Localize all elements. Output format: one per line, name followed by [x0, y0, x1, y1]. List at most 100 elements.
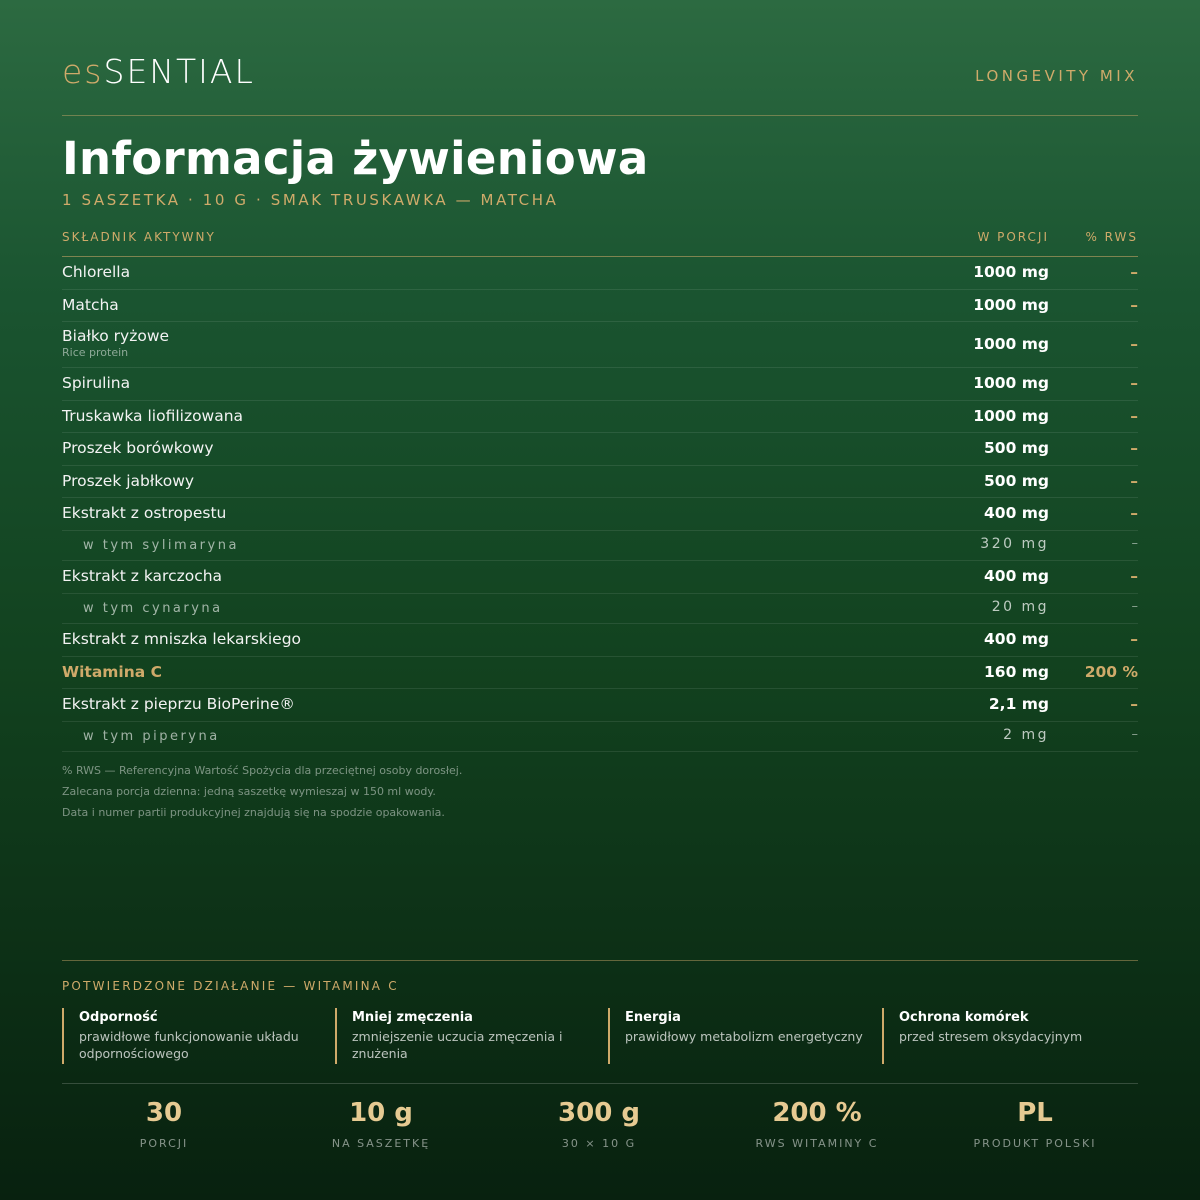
ingredient-rws: 200 %	[1084, 662, 1138, 681]
brand-main: SENTIAL	[103, 52, 255, 91]
ingredient-amount: 320 mg	[980, 535, 1049, 552]
column-header-ingredient: SKŁADNIK AKTYWNY	[62, 230, 216, 244]
footnotes: % RWS — Referencyjna Wartość Spożycia dl…	[62, 760, 462, 823]
stat-label: PORCJI	[139, 1137, 189, 1150]
claim-item: Energia prawidłowy metabolizm energetycz…	[608, 1008, 866, 1064]
ingredient-amount: 1000 mg	[973, 374, 1049, 392]
ingredient-amount: 1000 mg	[973, 263, 1049, 281]
stat-vitamin-c-rws: 200 % RWS WITAMINY C	[717, 1098, 917, 1150]
ingredient-name: Spirulina	[62, 374, 131, 392]
header-divider	[62, 115, 1138, 116]
ingredient-rws: –	[1130, 374, 1138, 392]
table-row: Ekstrakt z karczocha 400 mg –	[62, 561, 1138, 594]
ingredient-rws: –	[1130, 263, 1138, 281]
table-row: Ekstrakt z ostropestu 400 mg –	[62, 498, 1138, 531]
ingredient-amount: 400 mg	[984, 567, 1049, 585]
ingredients-table: Chlorella 1000 mg – Matcha 1000 mg – Białko ry…	[62, 257, 1138, 752]
footnote: % RWS — Referencyjna Wartość Spożycia dl…	[62, 764, 463, 777]
table-row: Witamina C 160 mg 200 %	[62, 657, 1138, 689]
ingredient-name: Ekstrakt z pieprzu BioPerine®	[62, 695, 295, 713]
table-subrow: w tym piperyna 2 mg –	[62, 722, 1139, 752]
stat-label: PRODUKT POLSKI	[973, 1137, 1097, 1150]
claim-description: zmniejszenie uczucia zmęczenia i znużeni…	[352, 1029, 563, 1061]
ingredient-name: Ekstrakt z karczocha	[62, 567, 223, 585]
ingredient-amount: 2 mg	[1003, 726, 1049, 743]
ingredient-amount: 500 mg	[984, 471, 1049, 490]
ingredient-rws: –	[1130, 504, 1138, 522]
claim-item: Mniej zmęczenia zmniejszenie uczucia zmę…	[335, 1008, 593, 1064]
column-header-per-serving: W PORCJI	[977, 230, 1049, 244]
ingredient-name: Ekstrakt z mniszka lekarskiego	[62, 630, 302, 648]
ingredient-amount: 400 mg	[984, 504, 1049, 522]
stat-servings: 30 PORCJI	[64, 1098, 264, 1150]
claims-divider	[62, 960, 1138, 961]
nutrition-panel: esSENTIAL LONGEVITY MIX Informacja żywie…	[62, 0, 1138, 1200]
claim-description: prawidłowy metabolizm energetyczny	[625, 1029, 863, 1044]
stat-label: 30 × 10 G	[561, 1137, 637, 1150]
claims-title: POTWIERDZONE DZIAŁANIE — WITAMINA C	[62, 979, 399, 993]
stat-value: 300 g	[558, 1098, 640, 1128]
ingredient-name: Proszek borówkowy	[62, 439, 214, 457]
claim-item: Odporność prawidłowe funkcjonowanie ukła…	[62, 1008, 320, 1064]
claims-list: Odporność prawidłowe funkcjonowanie ukła…	[62, 1008, 1138, 1064]
ingredient-name: Białko ryżowe	[62, 327, 170, 345]
table-row: Matcha 1000 mg –	[62, 290, 1138, 322]
ingredient-amount: 2,1 mg	[988, 695, 1049, 713]
brand-logo: esSENTIAL	[62, 52, 255, 91]
ingredient-name: Proszek jabłkowy	[62, 471, 195, 490]
table-row: Chlorella 1000 mg –	[62, 257, 1138, 290]
table-row: Truskawka liofilizowana 1000 mg –	[62, 401, 1138, 433]
ingredient-translation: Rice protein	[62, 346, 129, 359]
ingredient-rws: –	[1131, 726, 1139, 742]
table-row: Ekstrakt z mniszka lekarskiego 400 mg –	[62, 624, 1138, 657]
footnote: Data i numer partii produkcyjnej znajduj…	[62, 806, 445, 819]
ingredient-rws: –	[1130, 335, 1138, 353]
page-title: Informacja żywieniowa	[62, 132, 649, 185]
ingredient-amount: 1000 mg	[973, 406, 1049, 425]
stat-value: 10 g	[349, 1098, 413, 1128]
claim-title: Ochrona komórek	[899, 1010, 1029, 1025]
claim-title: Mniej zmęczenia	[352, 1010, 473, 1025]
stats-divider	[62, 1083, 1138, 1084]
ingredient-name: Matcha	[62, 295, 119, 314]
stat-origin: PL PRODUKT POLSKI	[935, 1098, 1135, 1150]
stat-sachet-weight: 10 g NA SASZETKĘ	[281, 1098, 481, 1150]
ingredient-name: w tym sylimaryna	[83, 537, 239, 553]
ingredient-amount: 1000 mg	[973, 295, 1049, 314]
ingredient-amount: 1000 mg	[973, 335, 1049, 353]
ingredient-amount: 500 mg	[984, 439, 1049, 457]
claim-title: Odporność	[79, 1010, 158, 1025]
table-header: SKŁADNIK AKTYWNY W PORCJI % RWS	[62, 228, 1138, 256]
ingredient-rws: –	[1130, 439, 1138, 457]
ingredient-rws: –	[1130, 567, 1138, 585]
ingredient-name: Chlorella	[62, 263, 131, 281]
ingredient-name: w tym piperyna	[83, 728, 220, 744]
page-subtitle: 1 SASZETKA · 10 G · SMAK TRUSKAWKA — MAT…	[62, 191, 559, 209]
stats-bar: 30 PORCJI 10 g NA SASZETKĘ 300 g 30 × 10…	[62, 1098, 1138, 1158]
ingredient-rws: –	[1130, 630, 1138, 648]
stat-value: 30	[145, 1098, 183, 1128]
stat-label: RWS WITAMINY C	[755, 1137, 879, 1150]
ingredient-name: Truskawka liofilizowana	[62, 406, 244, 425]
ingredient-rws: –	[1130, 695, 1138, 713]
table-subrow: w tym sylimaryna 320 mg –	[62, 531, 1139, 561]
ingredient-rws: –	[1130, 406, 1138, 425]
claim-title: Energia	[625, 1010, 681, 1025]
stat-label: NA SASZETKĘ	[331, 1137, 431, 1150]
footnote: Zalecana porcja dzienna: jedną saszetkę …	[62, 785, 436, 798]
ingredient-rws: –	[1131, 535, 1139, 551]
table-row: Spirulina 1000 mg –	[62, 368, 1138, 401]
claim-description: przed stresem oksydacyjnym	[899, 1029, 1083, 1044]
ingredient-name: Ekstrakt z ostropestu	[62, 504, 227, 522]
table-row: Białko ryżowe Rice protein 1000 mg –	[62, 322, 1138, 368]
claim-item: Ochrona komórek przed stresem oksydacyjn…	[882, 1008, 1140, 1064]
table-row: Proszek jabłkowy 500 mg –	[62, 466, 1138, 498]
column-header-rws: % RWS	[1085, 230, 1138, 244]
ingredient-rws: –	[1131, 598, 1139, 614]
ingredient-name: Witamina C	[62, 662, 163, 681]
table-row: Proszek borówkowy 500 mg –	[62, 433, 1138, 466]
table-subrow: w tym cynaryna 20 mg –	[62, 594, 1139, 624]
product-name: LONGEVITY MIX	[975, 67, 1138, 85]
stat-value: PL	[1017, 1098, 1053, 1128]
stat-value: 200 %	[772, 1098, 862, 1128]
